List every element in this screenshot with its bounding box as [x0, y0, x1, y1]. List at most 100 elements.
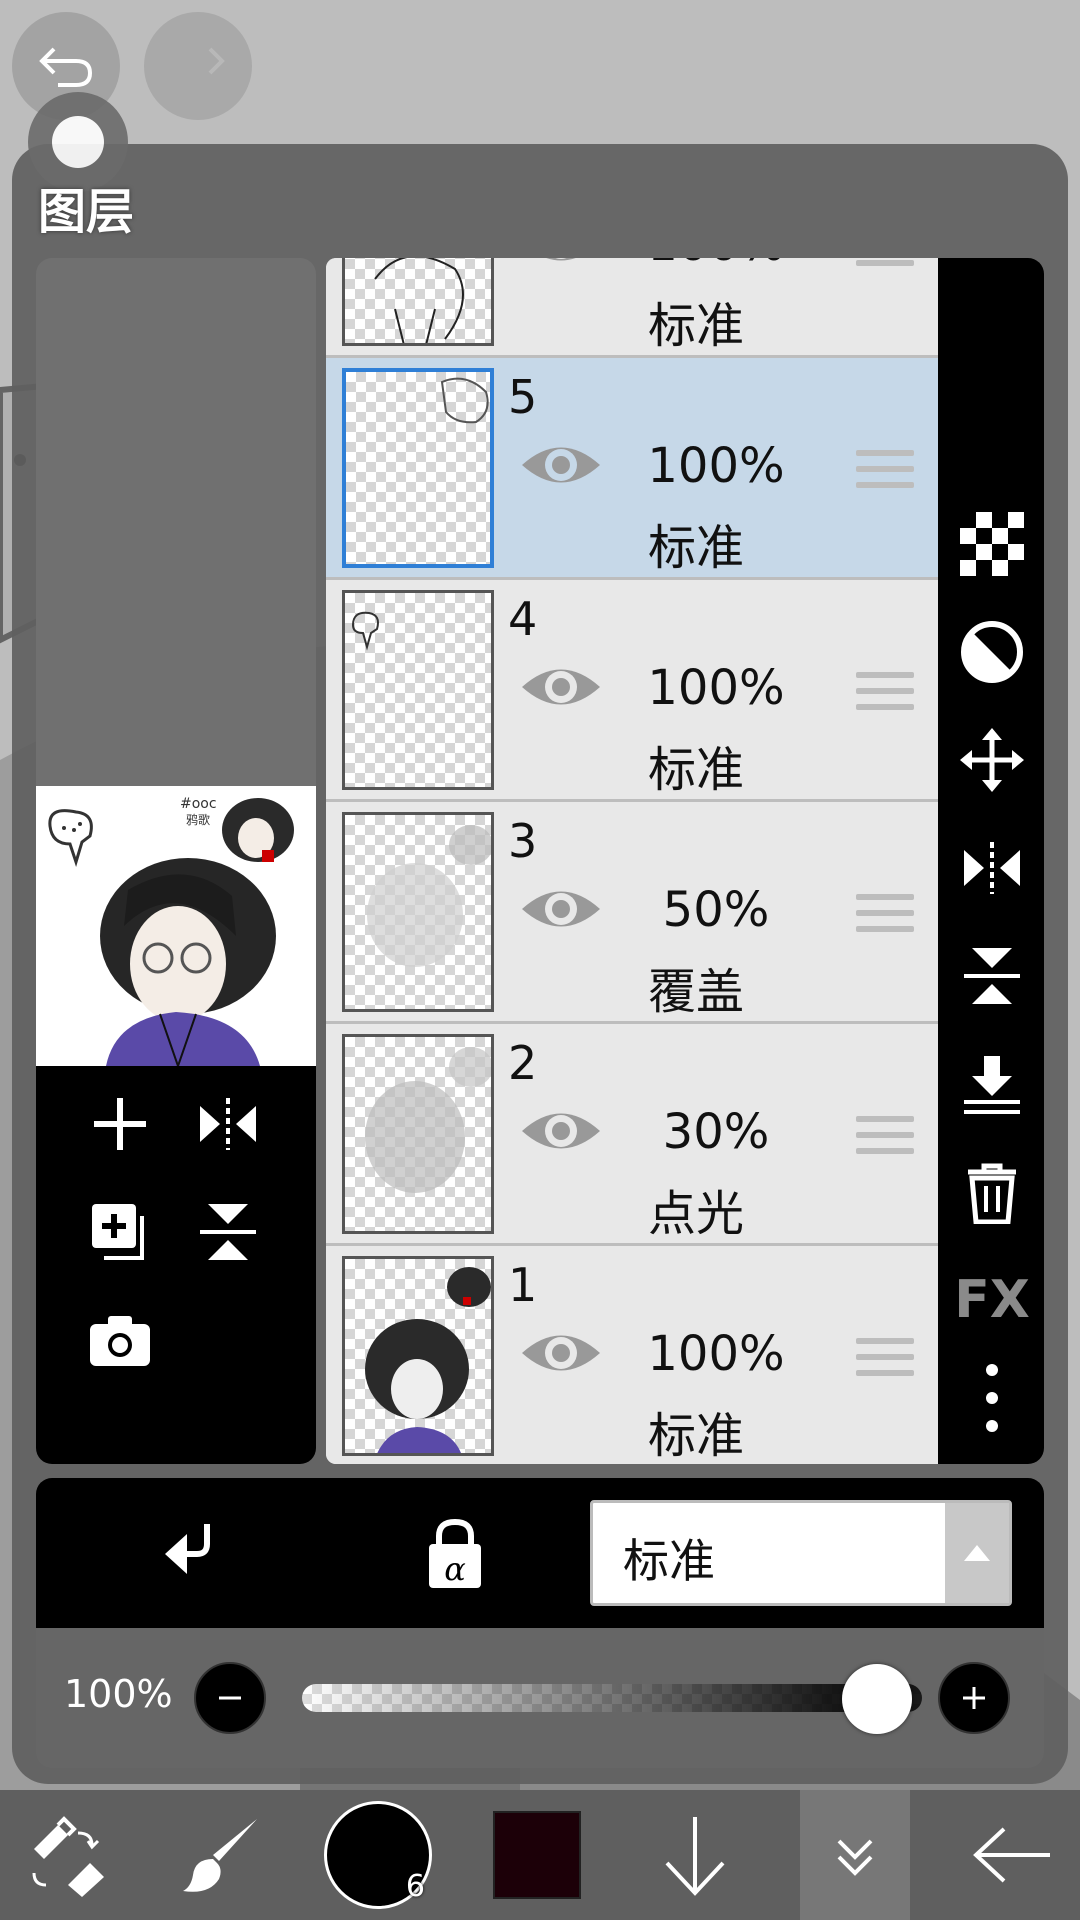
merge-down-icon: [964, 1056, 1020, 1114]
layer-number: 2: [508, 1036, 538, 1090]
transparency-button[interactable]: [952, 504, 1032, 584]
layer-thumbnail: [342, 368, 494, 568]
visibility-eye-icon[interactable]: [520, 1328, 602, 1378]
visibility-eye-icon[interactable]: [520, 258, 602, 268]
visibility-eye-icon[interactable]: [520, 662, 602, 712]
drag-handle-icon[interactable]: [856, 1338, 914, 1384]
layer-row[interactable]: 1 100% 标准: [326, 1246, 938, 1464]
flip-vertical-button[interactable]: [188, 1192, 268, 1272]
flip-vertical-icon: [200, 1204, 256, 1260]
blend-mode-value: 标准: [623, 1534, 715, 1588]
add-layer-button[interactable]: [80, 1084, 160, 1164]
clipping-button[interactable]: [142, 1508, 232, 1598]
more-options-button[interactable]: [952, 1358, 1032, 1438]
drag-handle-icon[interactable]: [856, 450, 914, 496]
layer-opacity: 100%: [647, 438, 785, 494]
alpha-lock-button[interactable]: α: [410, 1504, 500, 1604]
layer-blend-mode: 标准: [647, 298, 744, 354]
vertical-flip-button[interactable]: [952, 936, 1032, 1016]
flip-horizontal-icon: [200, 1098, 256, 1150]
opacity-slider-track[interactable]: [302, 1684, 922, 1712]
canvas-preview-thumbnail[interactable]: #ooc 鸦歌: [36, 786, 316, 1070]
layer-row[interactable]: 4 100% 标准: [326, 580, 938, 802]
opacity-decrease-button[interactable]: [194, 1662, 266, 1734]
duplicate-layer-icon: [92, 1204, 144, 1260]
current-color-swatch: [493, 1811, 581, 1899]
preview-artwork: #ooc 鸦歌: [36, 786, 316, 1070]
layer-blend-mode: 标准: [647, 742, 744, 798]
layer-options-bar: α 标准: [36, 1478, 1044, 1628]
camera-icon: [90, 1316, 150, 1366]
merge-down-button[interactable]: [952, 1044, 1032, 1124]
panel-title: 图层: [38, 184, 135, 240]
checker-icon: [960, 512, 1024, 576]
layer-row[interactable]: 100% 标准: [326, 258, 938, 358]
visibility-eye-icon[interactable]: [520, 1106, 602, 1156]
color-picker-button[interactable]: [492, 1790, 582, 1920]
duplicate-layer-button[interactable]: [80, 1192, 160, 1272]
canvas-preview-column: #ooc 鸦歌: [36, 258, 316, 1464]
delete-layer-button[interactable]: [952, 1152, 1032, 1232]
brush-size-value: 6: [405, 1869, 425, 1904]
main-bottom-toolbar: 6: [0, 1790, 1080, 1920]
drag-handle-icon[interactable]: [856, 894, 914, 940]
back-button[interactable]: [962, 1790, 1062, 1920]
layer-blend-mode: 点光: [647, 1186, 744, 1242]
layer-thumbnail: [342, 590, 494, 790]
move-button[interactable]: [952, 720, 1032, 800]
clip-icon: [165, 1524, 210, 1574]
transform-select-icon: [32, 1816, 104, 1897]
layer-opacity: 30%: [662, 1104, 770, 1160]
mirror-button[interactable]: [952, 828, 1032, 908]
opacity-slider-thumb[interactable]: [842, 1664, 912, 1734]
layer-blend-mode: 标准: [647, 520, 744, 576]
layer-opacity: 100%: [626, 258, 806, 272]
redo-button[interactable]: [144, 12, 252, 120]
opacity-control: 100%: [36, 1628, 1044, 1768]
drag-handle-icon[interactable]: [856, 672, 914, 718]
more-vertical-icon: [986, 1364, 998, 1432]
opacity-label: 100%: [64, 1672, 173, 1716]
add-layer-icon: [94, 1098, 146, 1150]
visibility-eye-icon[interactable]: [520, 884, 602, 934]
brush-size-indicator: 6: [324, 1801, 432, 1909]
svg-text:#ooc: #ooc: [180, 796, 217, 812]
opacity-increase-button[interactable]: [938, 1662, 1010, 1734]
collapse-panel-button[interactable]: [800, 1790, 910, 1920]
layer-row[interactable]: 2 30% 点光: [326, 1024, 938, 1246]
mirror-icon: [964, 842, 1020, 894]
brush-tool-button[interactable]: [176, 1790, 266, 1920]
layer-blend-mode: 标准: [647, 1408, 744, 1464]
layer-move-down-button[interactable]: [650, 1790, 740, 1920]
layer-opacity: 50%: [662, 882, 770, 938]
layer-blend-mode: 覆盖: [647, 964, 744, 1020]
layer-opacity: 100%: [647, 1326, 785, 1382]
fx-button[interactable]: FX: [952, 1260, 1032, 1340]
transform-select-button[interactable]: [20, 1790, 120, 1920]
layer-row[interactable]: 3 50% 覆盖: [326, 802, 938, 1024]
blend-mode-select[interactable]: 标准: [590, 1500, 1012, 1606]
contrast-icon: [961, 621, 1023, 683]
visibility-eye-icon[interactable]: [520, 440, 602, 490]
camera-import-button[interactable]: [80, 1300, 160, 1380]
layer-row-selected[interactable]: 5 100% 标准: [326, 358, 938, 580]
layer-opacity: 100%: [647, 660, 785, 716]
layer-number: 3: [508, 814, 538, 868]
layer-tools-panel: [36, 1066, 316, 1464]
chevron-double-down-icon: [837, 1839, 873, 1876]
minus-icon: [219, 1696, 241, 1700]
brush-size-button[interactable]: 6: [320, 1790, 436, 1920]
layers-list[interactable]: 100% 标准 5 100% 标准 4 100% 标准 3 50% 覆盖: [326, 258, 938, 1464]
layer-thumbnail: [342, 812, 494, 1012]
redo-icon: [208, 47, 225, 75]
adjust-button[interactable]: [952, 612, 1032, 692]
drag-handle-icon[interactable]: [856, 258, 914, 274]
drag-handle-icon[interactable]: [856, 1116, 914, 1162]
layer-thumbnail: [342, 258, 494, 346]
flip-horizontal-button[interactable]: [188, 1084, 268, 1164]
vertical-flip-icon: [964, 948, 1020, 1004]
svg-text:鸦歌: 鸦歌: [186, 812, 210, 827]
dropdown-arrow-icon[interactable]: [945, 1503, 1009, 1603]
layer-number: 4: [508, 592, 538, 646]
fx-icon: FX: [954, 1270, 1030, 1330]
